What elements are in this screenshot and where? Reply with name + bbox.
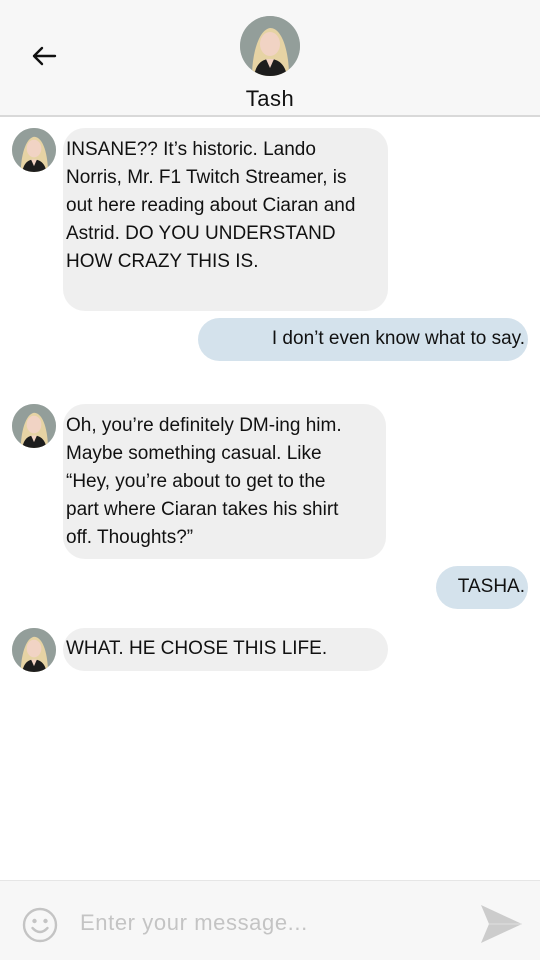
emoji-button[interactable] xyxy=(22,907,58,943)
message-avatar[interactable] xyxy=(12,128,56,172)
message-line: Maybe something casual. Like xyxy=(66,443,322,464)
chat-header: Tash xyxy=(0,0,540,117)
send-icon xyxy=(481,905,522,943)
message-line: out here reading about Ciaran and xyxy=(66,195,356,216)
message-line: WHAT. HE CHOSE THIS LIFE. xyxy=(66,638,328,659)
message-text: TASHA. xyxy=(457,576,525,597)
message-avatar[interactable] xyxy=(12,628,56,672)
contact-avatar[interactable] xyxy=(240,16,300,76)
message-line: Astrid. DO YOU UNDERSTAND xyxy=(66,223,336,244)
message-line: off. Thoughts?” xyxy=(66,527,194,548)
outgoing-message[interactable]: I don’t even know what to say. xyxy=(198,318,528,361)
message-text: I don’t even know what to say. xyxy=(271,328,525,349)
arrow-left-icon xyxy=(32,46,57,66)
message-line: HOW CRAZY THIS IS. xyxy=(66,251,259,272)
smiley-icon xyxy=(22,907,58,943)
message-line: Norris, Mr. F1 Twitch Streamer, is xyxy=(66,167,347,188)
incoming-message[interactable]: WHAT. HE CHOSE THIS LIFE. xyxy=(63,628,388,671)
message-line: INSANE?? It’s historic. Lando xyxy=(66,139,316,160)
message-avatar[interactable] xyxy=(12,404,56,448)
send-button[interactable] xyxy=(478,902,524,946)
chat-screen: Tash INSANE?? It’s historic. Lando Norri… xyxy=(0,0,540,960)
back-button[interactable] xyxy=(28,40,60,72)
incoming-message[interactable]: INSANE?? It’s historic. Lando Norris, Mr… xyxy=(63,128,388,311)
contact-name: Tash xyxy=(245,86,295,111)
message-input[interactable] xyxy=(80,903,460,943)
incoming-message[interactable]: Oh, you’re definitely DM-ing him. Maybe … xyxy=(63,404,386,559)
message-composer xyxy=(0,880,540,960)
message-line: Oh, you’re definitely DM-ing him. xyxy=(66,415,342,436)
message-line: “Hey, you’re about to get to the xyxy=(66,471,326,492)
message-line: part where Ciaran takes his shirt xyxy=(66,499,339,520)
outgoing-message[interactable]: TASHA. xyxy=(436,566,528,609)
